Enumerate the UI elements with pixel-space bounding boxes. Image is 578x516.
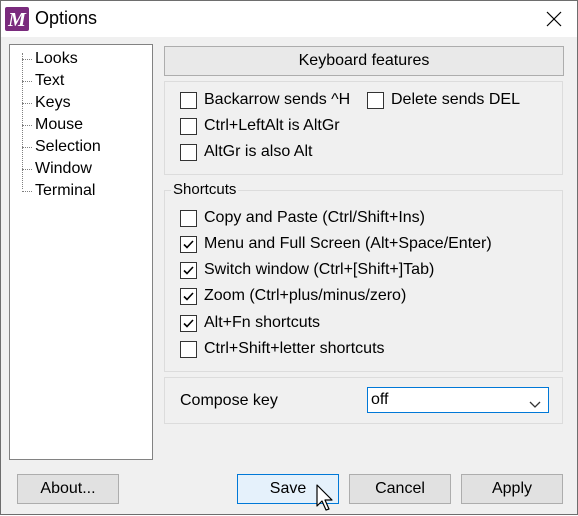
close-button[interactable] [531,1,577,37]
compose-key-label: Compose key [180,392,278,409]
chevron-down-icon[interactable] [529,396,541,413]
checkbox-label: Delete sends DEL [391,91,520,108]
checkbox-box[interactable] [367,92,384,109]
tree-item-text[interactable]: Text [10,70,150,92]
about-button[interactable]: About... [17,474,119,504]
title-bar: M Options [1,1,577,37]
shortcuts-group-title: Shortcuts [171,181,239,198]
section-header: Keyboard features [164,46,564,76]
checkbox-menu-fullscreen[interactable]: Menu and Full Screen (Alt+Space/Enter) [180,235,550,255]
checkbox-label: Backarrow sends ^H [204,91,351,108]
tree-item-selection[interactable]: Selection [10,136,150,158]
compose-key-select[interactable]: off [367,387,549,413]
checkbox-label: Copy and Paste (Ctrl/Shift+Ins) [204,209,425,226]
checkbox-box[interactable] [180,341,197,358]
options-dialog: M Options Looks Text Keys Mouse Selectio… [0,0,578,515]
checkbox-label: Alt+Fn shortcuts [204,314,321,331]
checkbox-box[interactable] [180,288,197,305]
checkbox-backarrow-sends-h[interactable]: Backarrow sends ^H [180,91,360,111]
close-icon [546,11,562,27]
tree-item-label: Window [35,160,92,177]
checkbox-zoom[interactable]: Zoom (Ctrl+plus/minus/zero) [180,287,550,307]
checkbox-box[interactable] [180,315,197,332]
checkbox-label: Ctrl+Shift+letter shortcuts [204,340,385,357]
tree-item-label: Selection [35,138,101,155]
mouse-pointer-icon [316,484,336,516]
checkbox-box[interactable] [180,92,197,109]
checkbox-box[interactable] [180,236,197,253]
checkbox-ctrl-leftalt-altgr[interactable]: Ctrl+LeftAlt is AltGr [180,117,380,137]
checkmark-icon [183,292,194,301]
apply-button[interactable]: Apply [461,474,563,504]
checkbox-box[interactable] [180,118,197,135]
checkbox-box[interactable] [180,210,197,227]
tree-item-label: Looks [35,50,78,67]
tree-item-label: Keys [35,94,71,111]
tree-item-terminal[interactable]: Terminal [10,180,150,202]
checkmark-icon [183,240,194,249]
checkbox-label: Zoom (Ctrl+plus/minus/zero) [204,287,407,304]
checkbox-label: Menu and Full Screen (Alt+Space/Enter) [204,235,492,252]
checkbox-box[interactable] [180,144,197,161]
tree-item-label: Mouse [35,116,84,133]
checkbox-alt-fn[interactable]: Alt+Fn shortcuts [180,314,550,334]
tree-item-window[interactable]: Window [10,158,150,180]
checkmark-icon [183,266,194,275]
checkbox-ctrl-shift-letter[interactable]: Ctrl+Shift+letter shortcuts [180,340,550,360]
checkmark-icon [183,319,194,328]
tree-item-label: Text [35,72,65,89]
checkbox-altgr-also-alt[interactable]: AltGr is also Alt [180,143,380,163]
checkbox-box[interactable] [180,262,197,279]
checkbox-label: Switch window (Ctrl+[Shift+]Tab) [204,261,435,278]
checkbox-delete-sends-del[interactable]: Delete sends DEL [367,91,537,111]
checkbox-switch-window[interactable]: Switch window (Ctrl+[Shift+]Tab) [180,261,550,281]
svg-text:M: M [7,9,27,31]
category-tree[interactable]: Looks Text Keys Mouse Selection Window T… [9,44,153,460]
tree-item-label: Terminal [35,182,96,199]
checkbox-copy-paste[interactable]: Copy and Paste (Ctrl/Shift+Ins) [180,209,550,229]
cancel-button[interactable]: Cancel [349,474,451,504]
checkbox-label: Ctrl+LeftAlt is AltGr [204,117,340,134]
tree-item-keys[interactable]: Keys [10,92,150,114]
checkbox-label: AltGr is also Alt [204,143,313,160]
tree-item-looks[interactable]: Looks [10,48,150,70]
window-title: Options [35,8,98,28]
mintty-icon: M [5,7,29,31]
compose-key-value: off [371,391,389,408]
tree-item-mouse[interactable]: Mouse [10,114,150,136]
